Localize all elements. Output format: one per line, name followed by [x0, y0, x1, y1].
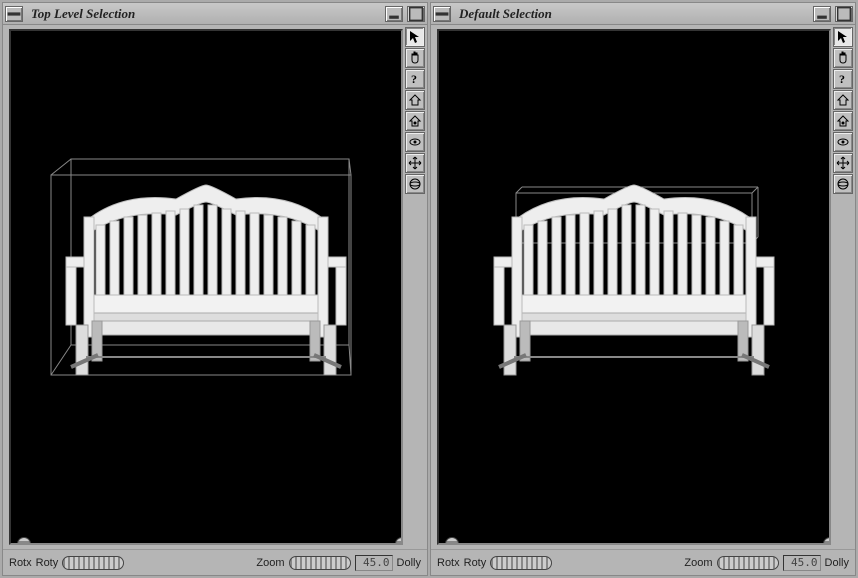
- zoom-thumbwheel[interactable]: [717, 556, 779, 570]
- window-title: Default Selection: [455, 6, 809, 22]
- arrow-tool[interactable]: [833, 27, 853, 47]
- bottom-controls: Rotx Roty Zoom 45.0 Dolly: [3, 549, 427, 575]
- tumble-tool[interactable]: [833, 174, 853, 194]
- window-menu-button[interactable]: [433, 6, 451, 22]
- bottom-controls: Rotx Roty Zoom 45.0 Dolly: [431, 549, 855, 575]
- scene-bench-with-bbox: [36, 157, 376, 417]
- home-tool[interactable]: [833, 90, 853, 110]
- help-tool[interactable]: ?: [405, 69, 425, 89]
- viewport-3d[interactable]: [437, 29, 831, 545]
- dolly-label: Dolly: [825, 557, 849, 569]
- hand-tool[interactable]: [833, 48, 853, 68]
- set-home-tool[interactable]: [405, 111, 425, 131]
- roty-label: Roty: [464, 557, 487, 569]
- titlebar[interactable]: Top Level Selection: [3, 3, 427, 25]
- viewer-panel-right: Default Selection: [430, 2, 856, 576]
- view-all-tool[interactable]: [405, 132, 425, 152]
- panel-body: ?: [431, 25, 855, 549]
- minimize-button[interactable]: [813, 6, 831, 22]
- dolly-label: Dolly: [397, 557, 421, 569]
- tool-palette: ?: [831, 25, 855, 549]
- tumble-tool[interactable]: [405, 174, 425, 194]
- zoom-label: Zoom: [256, 557, 284, 569]
- tool-palette: ?: [403, 25, 427, 549]
- maximize-button[interactable]: [407, 6, 425, 22]
- arrow-tool[interactable]: [405, 27, 425, 47]
- scene-bench-partial-bbox: [464, 157, 804, 417]
- minimize-button[interactable]: [385, 6, 403, 22]
- help-tool[interactable]: ?: [833, 69, 853, 89]
- svg-text:?: ?: [411, 72, 417, 86]
- panel-body: ?: [3, 25, 427, 549]
- roty-thumbwheel[interactable]: [62, 556, 124, 570]
- zoom-thumbwheel[interactable]: [289, 556, 351, 570]
- pan-tool[interactable]: [405, 153, 425, 173]
- window-menu-button[interactable]: [5, 6, 23, 22]
- zoom-readout: 45.0: [355, 555, 393, 571]
- zoom-readout: 45.0: [783, 555, 821, 571]
- maximize-button[interactable]: [835, 6, 853, 22]
- titlebar[interactable]: Default Selection: [431, 3, 855, 25]
- window-title: Top Level Selection: [27, 6, 381, 22]
- viewport-3d[interactable]: [9, 29, 403, 545]
- view-all-tool[interactable]: [833, 132, 853, 152]
- roty-thumbwheel[interactable]: [490, 556, 552, 570]
- rotx-label: Rotx: [437, 557, 460, 569]
- hand-tool[interactable]: [405, 48, 425, 68]
- pan-tool[interactable]: [833, 153, 853, 173]
- zoom-label: Zoom: [684, 557, 712, 569]
- rotx-label: Rotx: [9, 557, 32, 569]
- set-home-tool[interactable]: [833, 111, 853, 131]
- svg-text:?: ?: [839, 72, 845, 86]
- viewer-panel-left: Top Level Selection: [2, 2, 428, 576]
- home-tool[interactable]: [405, 90, 425, 110]
- roty-label: Roty: [36, 557, 59, 569]
